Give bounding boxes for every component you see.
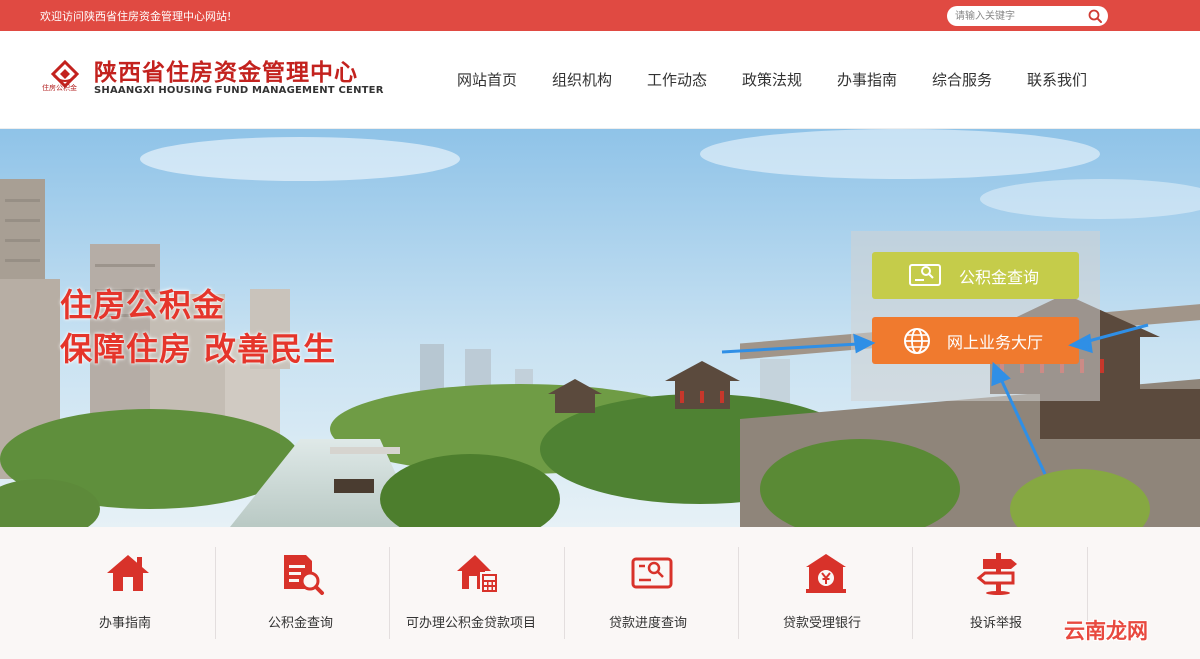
service-label: 可办理公积金贷款项目 (406, 616, 537, 631)
globe-icon (904, 328, 930, 354)
banner-slogan-line1: 住房公积金 (60, 286, 226, 324)
bank-yuan-icon (806, 554, 846, 593)
watermark-text: 云南龙网 (1064, 619, 1148, 643)
nav-policies[interactable]: 政策法规 (742, 69, 802, 90)
service-loan-banks[interactable]: 贷款受理银行 (739, 527, 912, 659)
nav-services[interactable]: 综合服务 (932, 69, 992, 90)
nav-guide[interactable]: 办事指南 (837, 69, 897, 90)
search-box (947, 6, 1108, 26)
service-label: 公积金查询 (268, 616, 334, 631)
service-loan-projects[interactable]: 可办理公积金贷款项目 (390, 527, 564, 659)
nav-organization[interactable]: 组织机构 (552, 69, 612, 90)
nav-home[interactable]: 网站首页 (457, 69, 517, 90)
site-header: 住房公积金 陕西省住房资金管理中心 SHAANGXI HOUSING FUND … (0, 31, 1200, 129)
service-loan-progress[interactable]: 贷款进度查询 (565, 527, 738, 659)
logo-mark-text: 住房公积金 (42, 84, 77, 92)
online-hall-button[interactable]: 网上业务大厅 (872, 317, 1079, 364)
site-title-en: SHAANGXI HOUSING FUND MANAGEMENT CENTER (94, 85, 384, 96)
signpost-icon (976, 553, 1017, 595)
house-calculator-icon (457, 555, 499, 594)
quick-access-panel: 公积金查询 网上业务大厅 (851, 231, 1100, 401)
id-card-search-icon (909, 264, 941, 286)
fund-query-label: 公积金查询 (959, 268, 1040, 287)
banner-slogan-line2: 保障住房 改善民生 (60, 330, 337, 368)
id-card-icon (631, 557, 673, 589)
document-search-icon (284, 555, 324, 595)
top-bar: 欢迎访问陕西省住房资金管理中心网站! (0, 0, 1200, 31)
service-guide[interactable]: 办事指南 (40, 527, 215, 659)
service-label: 贷款受理银行 (783, 616, 862, 631)
welcome-text: 欢迎访问陕西省住房资金管理中心网站! (40, 10, 232, 23)
service-fund-query[interactable]: 公积金查询 (216, 527, 389, 659)
house-icon (107, 555, 149, 591)
service-label: 投诉举报 (970, 616, 1023, 631)
service-label: 办事指南 (99, 616, 152, 631)
fund-query-button[interactable]: 公积金查询 (872, 252, 1079, 299)
nav-contact[interactable]: 联系我们 (1027, 69, 1087, 90)
hero-banner: 住房公积金 保障住房 改善民生 公积金查询 网上业务大厅 (0, 129, 1200, 527)
site-title[interactable]: 陕西省住房资金管理中心 (94, 53, 358, 87)
services-bar: 办事指南 公积金查询 可办理公积金贷款项目 贷款进度查询 贷款受理银行 投诉举报 (0, 527, 1200, 659)
service-complaints[interactable]: 投诉举报 (913, 527, 1087, 659)
search-icon[interactable] (1087, 8, 1103, 24)
service-label: 贷款进度查询 (609, 616, 688, 631)
nav-work-news[interactable]: 工作动态 (647, 69, 707, 90)
search-input[interactable] (955, 8, 1083, 24)
online-hall-label: 网上业务大厅 (947, 333, 1044, 352)
